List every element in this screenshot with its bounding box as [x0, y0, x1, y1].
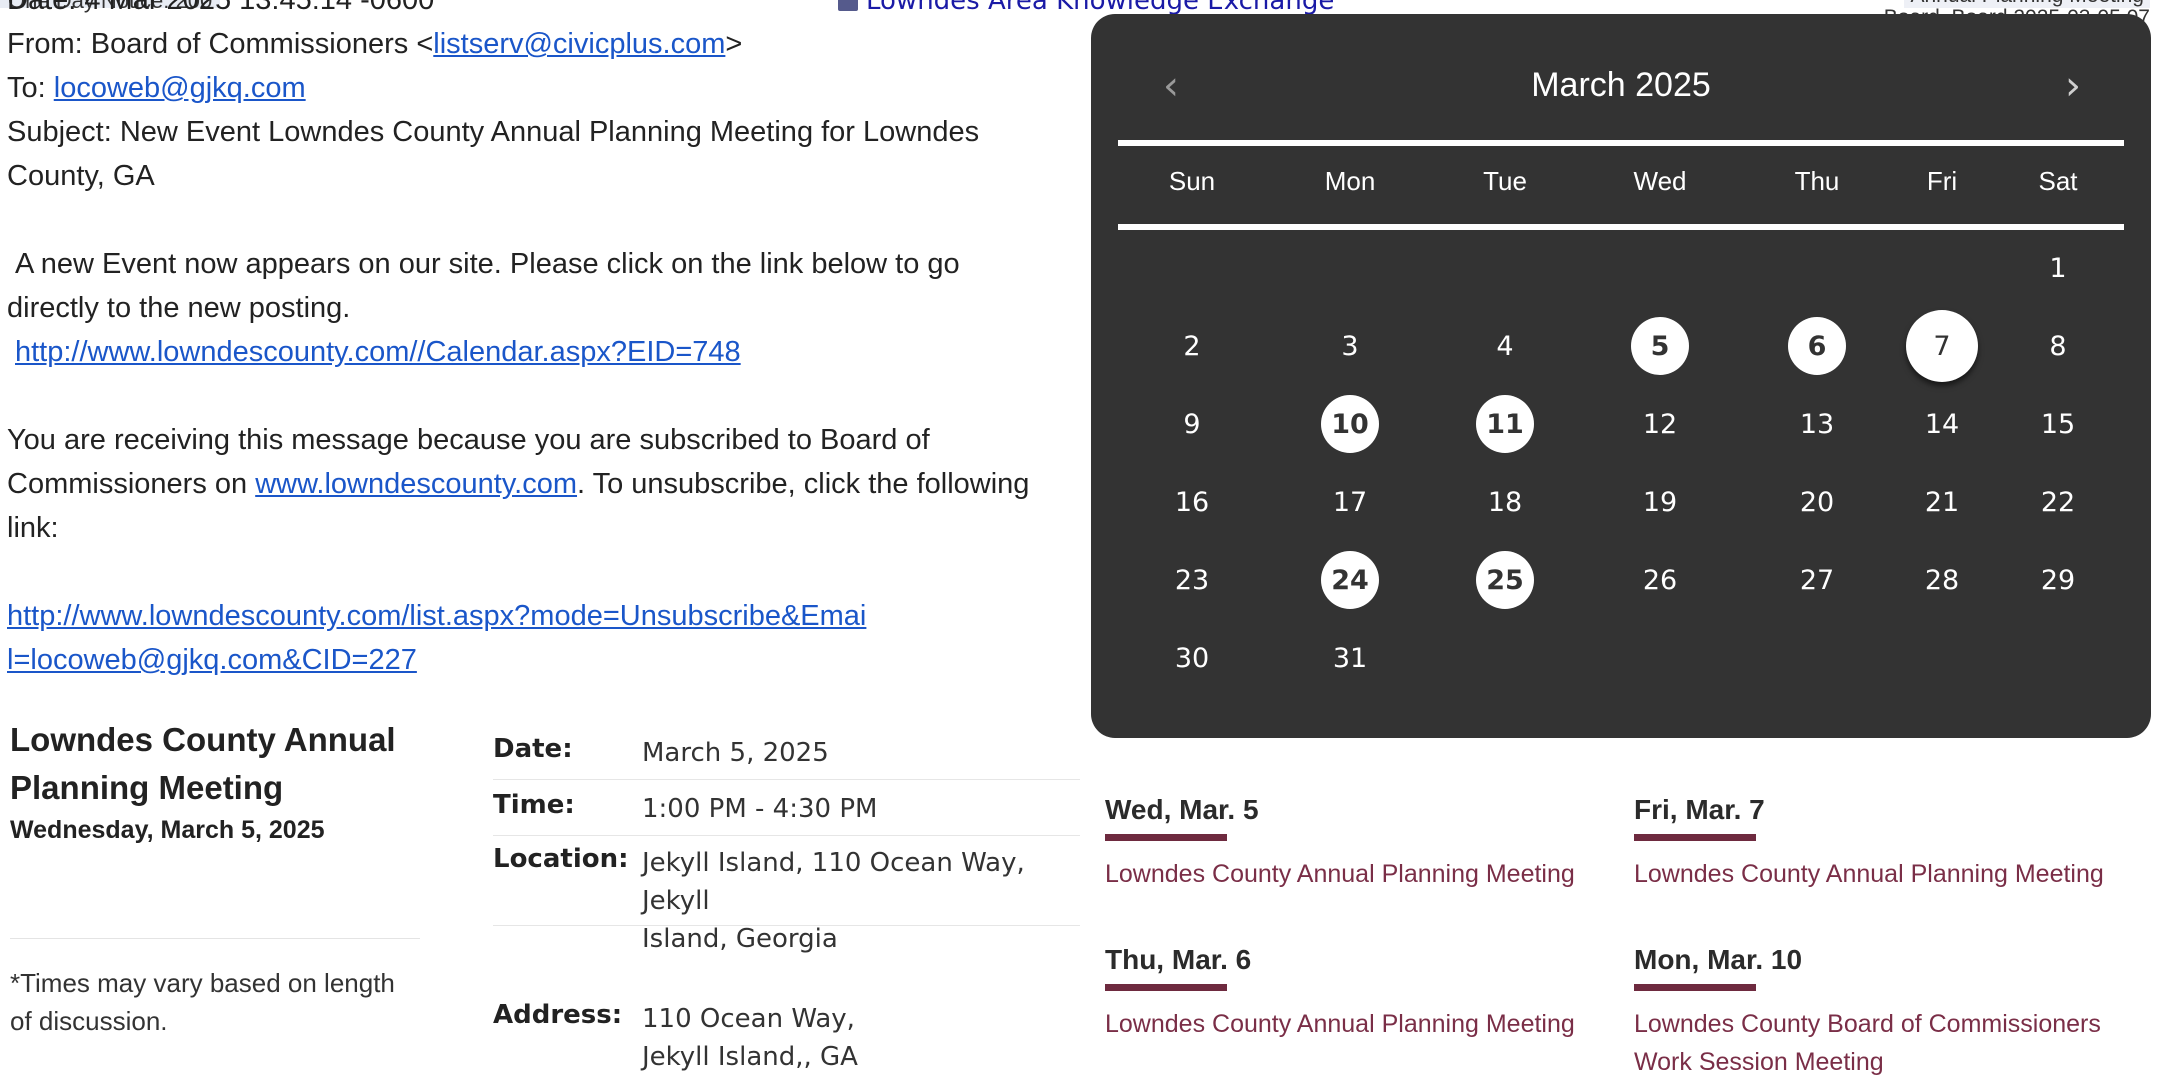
email-body-line2: directly to the new posting. [7, 292, 351, 324]
weekday-tue: Tue [1483, 166, 1527, 196]
calendar-day-25[interactable]: 25 [1476, 551, 1534, 609]
details-location-value: Jekyll Island, 110 Ocean Way, Jekyll Isl… [642, 848, 1025, 954]
calendar-day-29[interactable]: 29 [2029, 551, 2087, 609]
calendar-day-21[interactable]: 21 [1913, 473, 1971, 531]
calendar-day-15[interactable]: 15 [2029, 395, 2087, 453]
upcoming-event[interactable]: Mon, Mar. 10 Lowndes County Board of Com… [1634, 942, 2101, 1080]
details-date-label: Date: [493, 734, 573, 764]
upcoming-event[interactable]: Thu, Mar. 6 Lowndes County Annual Planni… [1105, 942, 1575, 1043]
details-date-value: March 5, 2025 [642, 738, 829, 768]
calendar-day-22[interactable]: 22 [2029, 473, 2087, 531]
event-divider [10, 938, 420, 939]
calendar-day-26[interactable]: 26 [1631, 551, 1689, 609]
from-email-link[interactable]: listserv@civicplus.com [433, 28, 725, 60]
upcoming-date: Wed, Mar. 5 [1105, 794, 1259, 825]
event-note-line2: of discussion. [10, 1006, 168, 1036]
calendar-day-13[interactable]: 13 [1788, 395, 1846, 453]
calendar-day-10[interactable]: 10 [1321, 395, 1379, 453]
month-calendar: ‹ March 2025 › Sun Mon Tue Wed Thu Fri Sat 1 2 3 4… [1091, 14, 2151, 738]
event-date-subtitle: Wednesday, March 5, 2025 [10, 816, 325, 844]
calendar-day-5[interactable]: 5 [1631, 317, 1689, 375]
calendar-day-23[interactable]: 23 [1163, 551, 1221, 609]
upcoming-title[interactable]: Lowndes County Board of Commissioners Wor… [1634, 1005, 2101, 1080]
notice-line2: Commissioners on www.lowndescounty.com. … [7, 468, 1030, 500]
weekday-sun: Sun [1168, 166, 1216, 196]
calendar-day-20[interactable]: 20 [1788, 473, 1846, 531]
notice-line1: You are receiving this message because y… [7, 424, 930, 456]
email-date: Date: 4 Mar 2025 13:45:14 -0600 [7, 0, 435, 16]
calendar-day-4[interactable]: 4 [1476, 317, 1534, 375]
calendar-day-7[interactable]: 7 [1906, 310, 1978, 382]
details-location-label: Location: [493, 844, 629, 874]
event-title-line1: Lowndes County Annual [10, 721, 396, 758]
upcoming-date: Mon, Mar. 10 [1634, 944, 1803, 975]
details-row-location: Location: Jekyll Island, 110 Ocean Way, … [493, 836, 1080, 954]
upcoming-event[interactable]: Fri, Mar. 7 Lowndes County Annual Planni… [1634, 792, 2104, 893]
upcoming-accent-bar [1105, 834, 1227, 841]
upcoming-date: Thu, Mar. 6 [1105, 944, 1252, 975]
calendar-day-9[interactable]: 9 [1163, 395, 1221, 453]
calendar-day-2[interactable]: 2 [1163, 317, 1221, 375]
weekday-fri: Fri [1926, 166, 1958, 196]
calendar-day-3[interactable]: 3 [1321, 317, 1379, 375]
details-address-label: Address: [493, 1000, 623, 1030]
details-time-label: Time: [493, 790, 575, 820]
event-posting-link[interactable]: http://www.lowndescounty.com//Calendar.a… [15, 336, 741, 368]
event-details-table: Date: March 5, 2025 Time: 1:00 PM - 4:30… [493, 724, 1080, 1072]
site-link[interactable]: www.lowndescounty.com [255, 468, 577, 500]
event-summary: Lowndes County Annual Planning Meeting W… [10, 716, 420, 845]
calendar-rule-top [1118, 140, 2124, 146]
upcoming-accent-bar [1634, 984, 1756, 991]
calendar-day-12[interactable]: 12 [1631, 395, 1689, 453]
details-row-address: Address: 110 Ocean Way, Jekyll Island,, … [493, 992, 1080, 1076]
upcoming-accent-bar [1105, 984, 1227, 991]
calendar-day-27[interactable]: 27 [1788, 551, 1846, 609]
upcoming-event[interactable]: Wed, Mar. 5 Lowndes County Annual Planni… [1105, 792, 1575, 893]
email-subject-line2: County, GA [7, 160, 155, 192]
details-address-value: 110 Ocean Way, Jekyll Island,, GA [642, 1004, 858, 1072]
weekday-mon: Mon [1324, 166, 1376, 196]
event-note-line1: *Times may vary based on length [10, 968, 395, 998]
upcoming-title[interactable]: Lowndes County Annual Planning Meeting [1105, 1005, 1575, 1043]
upcoming-title[interactable]: Lowndes County Annual Planning Meeting [1634, 855, 2104, 893]
upcoming-title[interactable]: Lowndes County Annual Planning Meeting [1105, 855, 1575, 893]
chevron-right-icon[interactable]: › [2065, 66, 2081, 106]
upcoming-date: Fri, Mar. 7 [1634, 794, 1765, 825]
details-time-value: 1:00 PM - 4:30 PM [642, 794, 878, 824]
email-message: Date: 4 Mar 2025 13:45:14 -0600 From: Bo… [7, 0, 1077, 682]
calendar-day-30[interactable]: 30 [1163, 629, 1221, 687]
weekday-thu: Thu [1794, 166, 1840, 196]
notice-line3: link: [7, 512, 59, 544]
calendar-day-16[interactable]: 16 [1163, 473, 1221, 531]
calendar-month-title: March 2025 [1531, 66, 1711, 104]
weekday-sat: Sat [2038, 166, 2078, 196]
email-subject-line1: Subject: New Event Lowndes County Annual… [7, 116, 980, 148]
unsubscribe-link-line1[interactable]: http://www.lowndescounty.com/list.aspx?m… [7, 600, 866, 632]
calendar-day-17[interactable]: 17 [1321, 473, 1379, 531]
email-from: From: Board of Commissioners <listserv@c… [7, 28, 743, 60]
email-body-line1: A new Event now appears on our site. Ple… [15, 248, 960, 280]
details-row-time: Time: 1:00 PM - 4:30 PM [493, 780, 1080, 836]
event-title-line2: Planning Meeting [10, 769, 284, 806]
email-to: To: locoweb@gjkq.com [7, 72, 306, 104]
calendar-day-6[interactable]: 6 [1788, 317, 1846, 375]
calendar-day-8[interactable]: 8 [2029, 317, 2087, 375]
calendar-day-19[interactable]: 19 [1631, 473, 1689, 531]
calendar-day-1[interactable]: 1 [2029, 239, 2087, 297]
weekday-wed: Wed [1633, 166, 1687, 196]
calendar-rule-bottom [1118, 224, 2124, 230]
calendar-day-24[interactable]: 24 [1321, 551, 1379, 609]
calendar-day-11[interactable]: 11 [1476, 395, 1534, 453]
to-email-link[interactable]: locoweb@gjkq.com [54, 72, 306, 104]
calendar-day-18[interactable]: 18 [1476, 473, 1534, 531]
event-note: *Times may vary based on length of discu… [10, 964, 420, 1040]
calendar-day-14[interactable]: 14 [1913, 395, 1971, 453]
details-row-date: Date: March 5, 2025 [493, 724, 1080, 780]
upcoming-accent-bar [1634, 834, 1756, 841]
calendar-day-31[interactable]: 31 [1321, 629, 1379, 687]
calendar-day-28[interactable]: 28 [1913, 551, 1971, 609]
unsubscribe-link-line2[interactable]: l=locoweb@gjkq.com&CID=227 [7, 644, 417, 676]
